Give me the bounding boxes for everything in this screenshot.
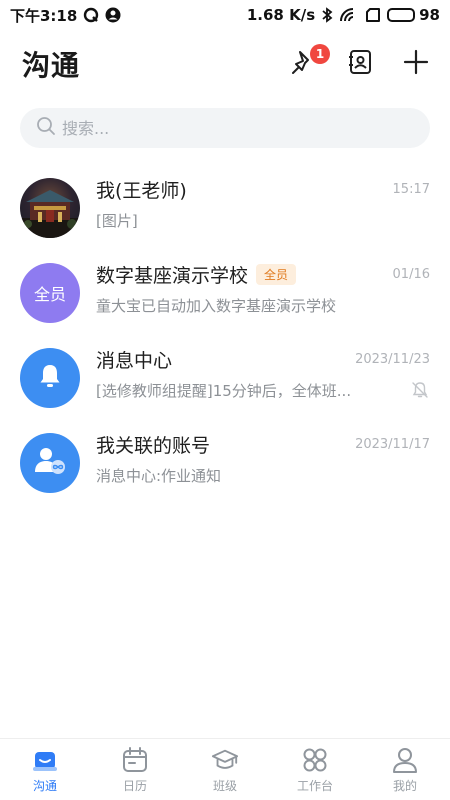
nav-item-calendar[interactable]: 日历 bbox=[90, 739, 180, 800]
wifi-icon bbox=[339, 7, 359, 23]
status-bar: 下午3:18 1.68 K/s 98 bbox=[0, 0, 450, 30]
conversation-item[interactable]: 全员 数字基座演示学校 全员 01/16 童大宝已自动加入数字基座演示学校 bbox=[0, 250, 450, 335]
conversation-preview-row: [图片] bbox=[96, 209, 430, 231]
account-status-icon bbox=[105, 7, 121, 23]
avatar bbox=[20, 177, 80, 238]
conversation-preview-row: [选修教师组提醒]15分钟后，全体班... bbox=[96, 379, 430, 401]
nav-label: 沟通 bbox=[32, 778, 57, 793]
conversation-list: 我(王老师) 15:17 [图片] 全员 数字基座演示学校 全员 01/16 童… bbox=[0, 165, 450, 505]
status-right: 1.68 K/s 98 bbox=[247, 6, 440, 24]
conversation-preview: 消息中心:作业通知 bbox=[96, 466, 222, 485]
search-bar[interactable] bbox=[20, 108, 430, 148]
conversation-item[interactable]: 消息中心 2023/11/23 [选修教师组提醒]15分钟后，全体班... bbox=[0, 335, 450, 420]
linked-account-icon bbox=[32, 445, 68, 481]
avatar-text: 全员 bbox=[33, 284, 66, 304]
calendar-icon bbox=[121, 746, 149, 774]
search-icon bbox=[36, 116, 56, 140]
nav-item-workbench[interactable]: 工作台 bbox=[270, 739, 360, 800]
conversation-preview-row: 消息中心:作业通知 bbox=[96, 464, 430, 486]
nav-label: 班级 bbox=[212, 778, 237, 793]
status-left: 下午3:18 bbox=[10, 5, 121, 26]
nav-item-class[interactable]: 班级 bbox=[180, 739, 270, 800]
header-actions: 1 bbox=[290, 44, 430, 79]
conversation-title: 我关联的账号 bbox=[96, 431, 210, 458]
conversation-name: 数字基座演示学校 bbox=[96, 264, 249, 287]
conversation-body: 数字基座演示学校 全员 01/16 童大宝已自动加入数字基座演示学校 bbox=[96, 260, 430, 316]
nav-label: 工作台 bbox=[296, 778, 333, 793]
battery-percent: 98 bbox=[419, 6, 440, 24]
conversation-body: 我关联的账号 2023/11/17 消息中心:作业通知 bbox=[96, 430, 430, 486]
chat-icon bbox=[31, 746, 59, 774]
graduation-cap-icon bbox=[211, 746, 239, 774]
conversation-header: 消息中心 2023/11/23 bbox=[96, 345, 430, 373]
conversation-header: 数字基座演示学校 全员 01/16 bbox=[96, 260, 430, 288]
bottom-nav: 沟通 日历 班级 工作台 我的 bbox=[0, 738, 450, 800]
conversation-time: 15:17 bbox=[392, 181, 430, 197]
conversation-preview: [图片] bbox=[96, 211, 138, 230]
conversation-name: 我(王老师) bbox=[96, 179, 187, 202]
bell-icon bbox=[35, 361, 65, 395]
apps-grid-icon bbox=[301, 746, 329, 774]
battery-icon bbox=[387, 8, 416, 22]
conversation-header: 我关联的账号 2023/11/17 bbox=[96, 430, 430, 458]
conversation-preview: [选修教师组提醒]15分钟后，全体班... bbox=[96, 381, 352, 400]
plus-icon bbox=[403, 49, 429, 79]
search-input[interactable] bbox=[62, 118, 402, 138]
contacts-button[interactable] bbox=[346, 50, 374, 78]
conversation-body: 我(王老师) 15:17 [图片] bbox=[96, 175, 430, 231]
conversation-time: 2023/11/23 bbox=[355, 351, 430, 367]
conversation-title: 我(王老师) bbox=[96, 176, 187, 203]
nav-label: 我的 bbox=[392, 778, 417, 793]
page-title: 沟通 bbox=[22, 49, 81, 82]
bluetooth-icon bbox=[321, 7, 333, 23]
conversation-name: 消息中心 bbox=[96, 349, 173, 372]
nav-item-chat[interactable]: 沟通 bbox=[0, 739, 90, 800]
nav-item-profile[interactable]: 我的 bbox=[360, 739, 450, 800]
network-speed: 1.68 K/s bbox=[246, 6, 316, 24]
conversation-name: 我关联的账号 bbox=[96, 434, 211, 457]
conversation-time: 01/16 bbox=[392, 266, 430, 282]
header: 沟通 1 bbox=[0, 38, 450, 90]
conversation-preview: 童大宝已自动加入数字基座演示学校 bbox=[96, 296, 337, 315]
conversation-title: 消息中心 bbox=[96, 346, 172, 373]
conversation-title: 数字基座演示学校 全员 bbox=[96, 261, 297, 288]
nav-label: 日历 bbox=[122, 778, 147, 793]
contacts-book-icon bbox=[347, 49, 373, 79]
conversation-header: 我(王老师) 15:17 bbox=[96, 175, 430, 203]
conversation-preview-row: 童大宝已自动加入数字基座演示学校 bbox=[96, 294, 430, 316]
sim-card-icon bbox=[365, 7, 381, 23]
battery-indicator: 98 bbox=[387, 6, 440, 24]
conversation-body: 消息中心 2023/11/23 [选修教师组提醒]15分钟后，全体班... bbox=[96, 345, 430, 401]
status-time: 下午3:18 bbox=[10, 6, 78, 25]
all-members-tag: 全员 bbox=[256, 263, 297, 285]
profile-icon bbox=[391, 746, 419, 774]
pin-button[interactable]: 1 bbox=[290, 44, 330, 78]
conversation-item[interactable]: 我关联的账号 2023/11/17 消息中心:作业通知 bbox=[0, 420, 450, 505]
avatar: 全员 bbox=[20, 262, 80, 323]
avatar bbox=[20, 347, 80, 408]
conversation-time: 2023/11/17 bbox=[355, 436, 430, 452]
avatar bbox=[20, 432, 80, 493]
muted-bell-icon bbox=[410, 380, 430, 400]
conversation-item[interactable]: 我(王老师) 15:17 [图片] bbox=[0, 165, 450, 250]
q-app-icon bbox=[83, 7, 99, 23]
pin-badge: 1 bbox=[310, 44, 330, 64]
add-button[interactable] bbox=[402, 49, 430, 79]
